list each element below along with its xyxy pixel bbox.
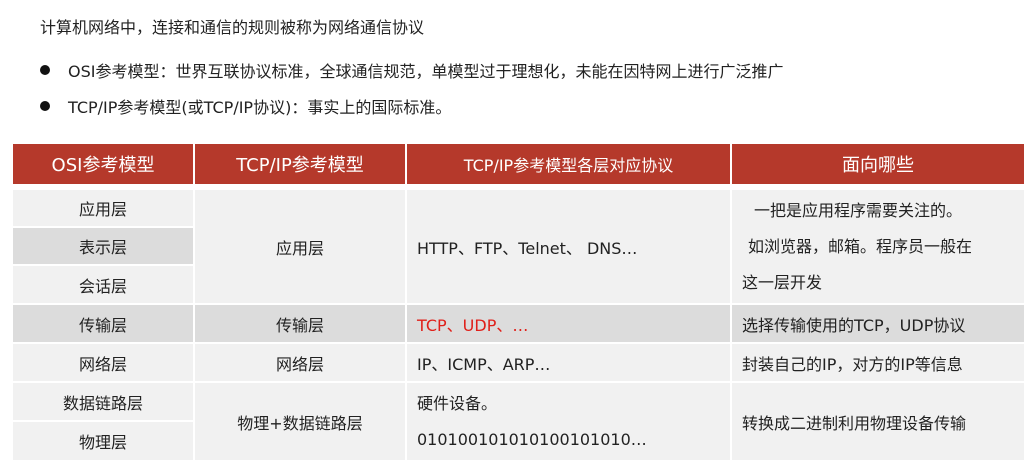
tcpip-physical-datalink: 物理+数据链路层 xyxy=(195,383,407,462)
notes-physical: 转换成二进制利用物理设备传输 xyxy=(732,383,1024,462)
header-osi: OSI参考模型 xyxy=(13,144,195,186)
note-line: 这一层开发 xyxy=(742,272,823,292)
bullet-text: OSI参考模型：世界互联协议标准，全球通信规范，单模型过于理想化，未能在因特网上… xyxy=(68,62,784,81)
osi-datalink: 数据链路层 xyxy=(13,383,195,422)
tcpip-transport: 传输层 xyxy=(195,305,407,344)
notes-application: 一把是应用程序需要关注的。 如浏览器，邮箱。程序员一般在 这一层开发 xyxy=(732,190,1024,305)
osi-network: 网络层 xyxy=(13,344,195,383)
bullet-dot-icon xyxy=(40,101,50,111)
osi-application: 应用层 xyxy=(13,190,195,228)
tcpip-network: 网络层 xyxy=(195,344,407,383)
note-line: 如浏览器，邮箱。程序员一般在 xyxy=(748,236,973,256)
protocols-transport: TCP、UDP、… xyxy=(407,305,732,344)
osi-presentation: 表示层 xyxy=(13,228,195,266)
osi-session: 会话层 xyxy=(13,266,195,305)
bullet-tcpip: TCP/IP参考模型(或TCP/IP协议)：事实上的国际标准。 xyxy=(40,94,451,118)
header-notes: 面向哪些 xyxy=(732,144,1024,186)
protocols-binary: 010100101010100101010… xyxy=(417,429,647,449)
tcpip-application: 应用层 xyxy=(195,190,407,305)
bullet-text: TCP/IP参考模型(或TCP/IP协议)：事实上的国际标准。 xyxy=(68,98,452,117)
protocols-network: IP、ICMP、ARP… xyxy=(407,344,732,383)
notes-network: 封装自己的IP，对方的IP等信息 xyxy=(732,344,1024,383)
protocols-application: HTTP、FTP、Telnet、 DNS… xyxy=(407,190,732,305)
intro-text: 计算机网络中，连接和通信的规则被称为网络通信协议 xyxy=(40,18,425,37)
notes-transport: 选择传输使用的TCP，UDP协议 xyxy=(732,305,1024,344)
bullet-dot-icon xyxy=(40,65,50,75)
protocols-physical: 硬件设备。 010100101010100101010… xyxy=(407,383,732,462)
osi-transport: 传输层 xyxy=(13,305,195,344)
osi-physical: 物理层 xyxy=(13,422,195,462)
bullet-osi: OSI参考模型：世界互联协议标准，全球通信规范，单模型过于理想化，未能在因特网上… xyxy=(40,58,783,82)
note-line: 一把是应用程序需要关注的。 xyxy=(754,200,963,220)
header-protocols: TCP/IP参考模型各层对应协议 xyxy=(407,144,732,186)
header-tcpip: TCP/IP参考模型 xyxy=(195,144,407,186)
protocols-hardware: 硬件设备。 xyxy=(417,393,498,413)
